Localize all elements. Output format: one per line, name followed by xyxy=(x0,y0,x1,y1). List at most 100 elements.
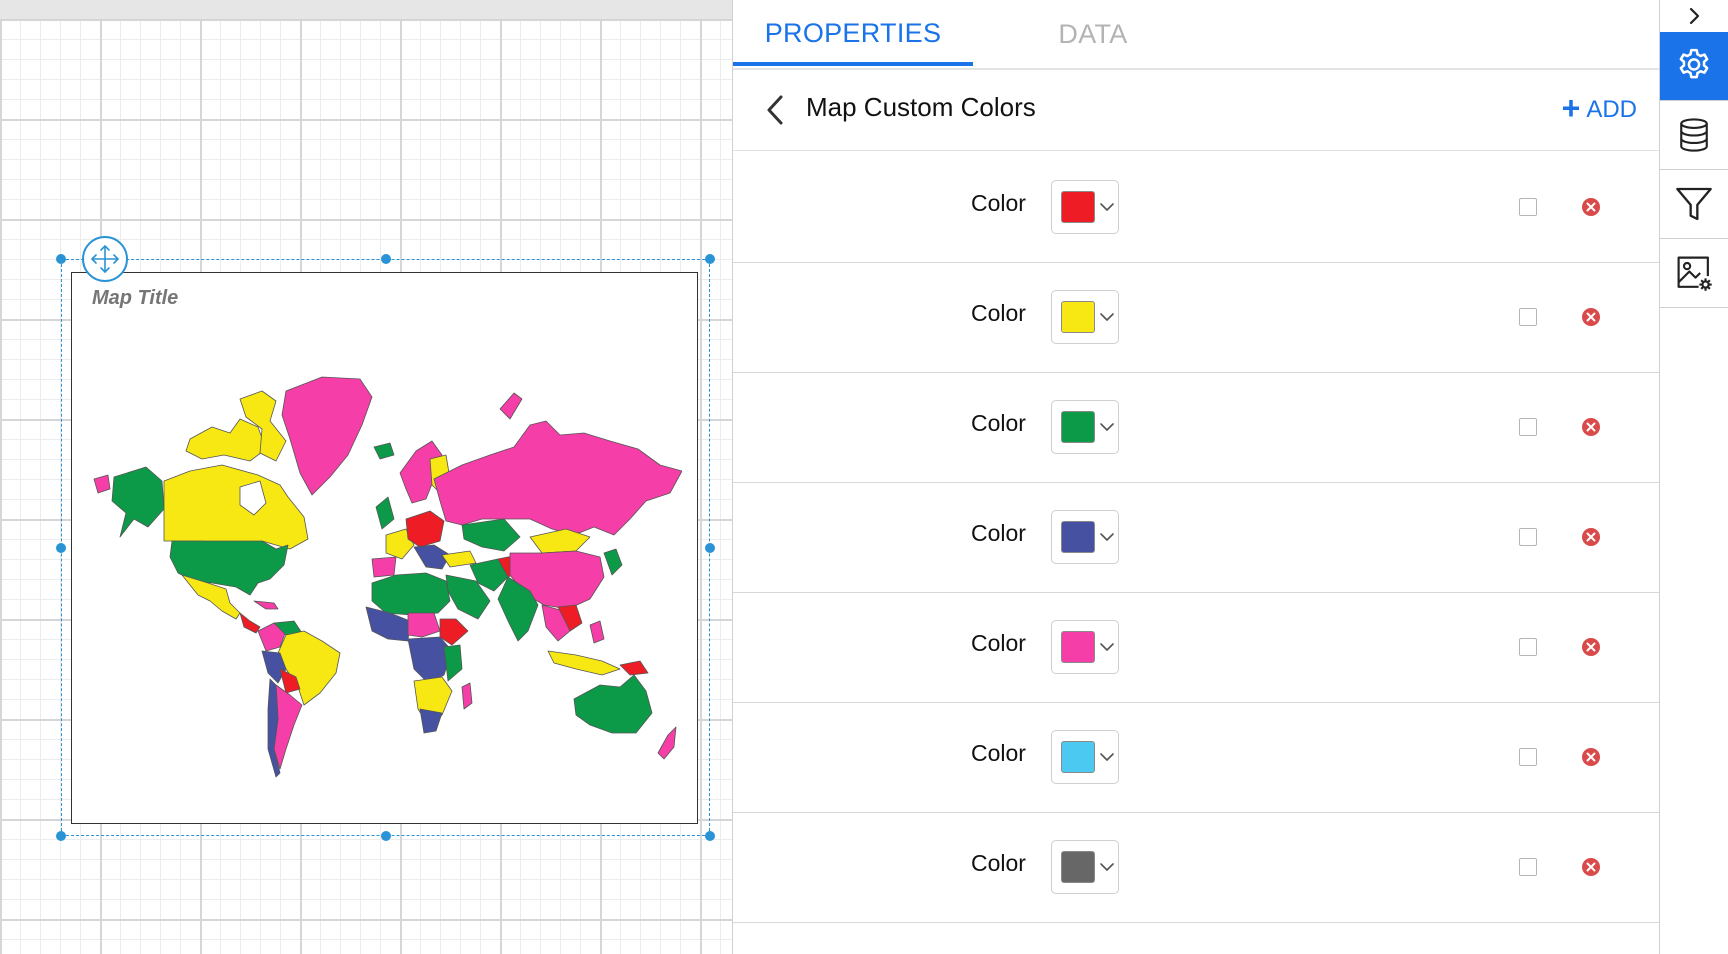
map-region-australia xyxy=(573,674,653,734)
back-button[interactable] xyxy=(753,88,797,132)
color-picker[interactable] xyxy=(1051,290,1119,344)
color-picker[interactable] xyxy=(1051,620,1119,674)
map-region-spain xyxy=(371,556,397,578)
map-region-canada xyxy=(163,464,309,550)
map-title: Map Title xyxy=(92,287,179,309)
panel-header: Map Custom Colors + ADD xyxy=(733,70,1659,151)
map-region-north-africa xyxy=(371,572,451,616)
color-row: Color xyxy=(733,702,1659,813)
chevron-left-icon xyxy=(767,95,783,125)
design-canvas[interactable]: Map Title xyxy=(0,0,733,954)
plus-icon: + xyxy=(1561,90,1581,126)
tab-data[interactable]: DATA xyxy=(973,0,1213,68)
color-row-checkbox[interactable] xyxy=(1519,748,1537,766)
map-region-new-guinea xyxy=(619,660,649,676)
chevron-down-icon xyxy=(1100,643,1114,651)
collapse-panel-button[interactable] xyxy=(1660,0,1728,32)
tab-properties[interactable]: PROPERTIES xyxy=(733,0,973,66)
map-region-horn-africa xyxy=(439,618,469,646)
color-row-label: Color xyxy=(971,850,1026,876)
color-row-checkbox[interactable] xyxy=(1519,858,1537,876)
remove-circle-icon[interactable] xyxy=(1581,307,1601,327)
map-region-philippines xyxy=(589,620,605,644)
color-row-checkbox[interactable] xyxy=(1519,198,1537,216)
map-region-indonesia xyxy=(547,650,621,676)
map-region-iceland xyxy=(373,442,395,460)
resize-handle-s[interactable] xyxy=(381,831,391,841)
map-region-new-zealand xyxy=(657,726,677,760)
color-row: Color xyxy=(733,812,1659,923)
color-swatch xyxy=(1061,411,1095,443)
right-toolbar xyxy=(1659,0,1728,954)
add-color-button[interactable]: + ADD xyxy=(1562,90,1637,130)
resize-handle-w[interactable] xyxy=(56,543,66,553)
toolbar-data-button[interactable] xyxy=(1660,101,1728,170)
color-picker[interactable] xyxy=(1051,180,1119,234)
resize-handle-ne[interactable] xyxy=(705,254,715,264)
remove-circle-icon[interactable] xyxy=(1581,527,1601,547)
toolbar-properties-button[interactable] xyxy=(1660,32,1728,101)
map-region-argentina xyxy=(273,684,303,770)
color-row-checkbox[interactable] xyxy=(1519,638,1537,656)
remove-circle-icon[interactable] xyxy=(1581,637,1601,657)
toolbar-filter-button[interactable] xyxy=(1660,170,1728,239)
color-row: Color xyxy=(733,262,1659,373)
map-region-central-america xyxy=(239,612,261,634)
resize-handle-e[interactable] xyxy=(705,543,715,553)
map-region-novaya-zemlya xyxy=(499,392,523,420)
filter-icon xyxy=(1676,187,1712,221)
color-row-label: Color xyxy=(971,520,1026,546)
color-picker[interactable] xyxy=(1051,400,1119,454)
database-icon xyxy=(1680,118,1708,152)
world-map xyxy=(93,376,682,778)
color-row: Color xyxy=(733,592,1659,703)
color-row-label: Color xyxy=(971,300,1026,326)
resize-handle-nw[interactable] xyxy=(56,254,66,264)
move-handle[interactable] xyxy=(82,236,128,282)
color-picker[interactable] xyxy=(1051,510,1119,564)
map-report-item[interactable]: Map Title xyxy=(71,272,698,824)
resize-handle-sw[interactable] xyxy=(56,831,66,841)
remove-circle-icon[interactable] xyxy=(1581,197,1601,217)
color-swatch xyxy=(1061,191,1095,223)
remove-circle-icon[interactable] xyxy=(1581,417,1601,437)
color-row: Color xyxy=(733,152,1659,263)
map-region-alaska xyxy=(111,466,165,538)
map-region-greenland xyxy=(281,376,373,496)
resize-handle-se[interactable] xyxy=(705,831,715,841)
remove-circle-icon[interactable] xyxy=(1581,857,1601,877)
map-region-caribbean xyxy=(253,600,279,610)
chevron-down-icon xyxy=(1100,423,1114,431)
remove-circle-icon[interactable] xyxy=(1581,747,1601,767)
color-row-checkbox[interactable] xyxy=(1519,308,1537,326)
move-arrows-icon xyxy=(91,245,119,273)
gear-icon xyxy=(1679,48,1709,79)
chevron-right-icon xyxy=(1689,7,1700,25)
color-swatch xyxy=(1061,521,1095,553)
map-region-central-europe xyxy=(405,510,445,548)
color-row-label: Color xyxy=(971,190,1026,216)
color-row-checkbox[interactable] xyxy=(1519,418,1537,436)
toolbar-image-properties-button[interactable] xyxy=(1660,239,1728,308)
map-region-usa xyxy=(169,540,289,596)
color-swatch xyxy=(1061,631,1095,663)
color-swatch xyxy=(1061,851,1095,883)
chevron-down-icon xyxy=(1100,863,1114,871)
resize-handle-n[interactable] xyxy=(381,254,391,264)
color-row: Color xyxy=(733,372,1659,483)
color-row-label: Color xyxy=(971,410,1026,436)
color-picker[interactable] xyxy=(1051,840,1119,894)
color-row-checkbox[interactable] xyxy=(1519,528,1537,546)
panel-tabs: PROPERTIES DATA xyxy=(733,0,1659,70)
map-region-sahel xyxy=(407,612,441,638)
map-region-east-africa xyxy=(443,644,463,682)
color-picker[interactable] xyxy=(1051,730,1119,784)
map-region-south-africa xyxy=(419,708,443,734)
map-region-uk xyxy=(375,496,395,530)
map-region-aleutians xyxy=(93,474,111,494)
properties-panel: PROPERTIES DATA Map Custom Colors + ADD … xyxy=(733,0,1659,954)
color-swatch xyxy=(1061,301,1095,333)
chevron-down-icon xyxy=(1100,313,1114,321)
map-region-canada-islands xyxy=(185,418,267,462)
add-label: ADD xyxy=(1586,96,1637,123)
